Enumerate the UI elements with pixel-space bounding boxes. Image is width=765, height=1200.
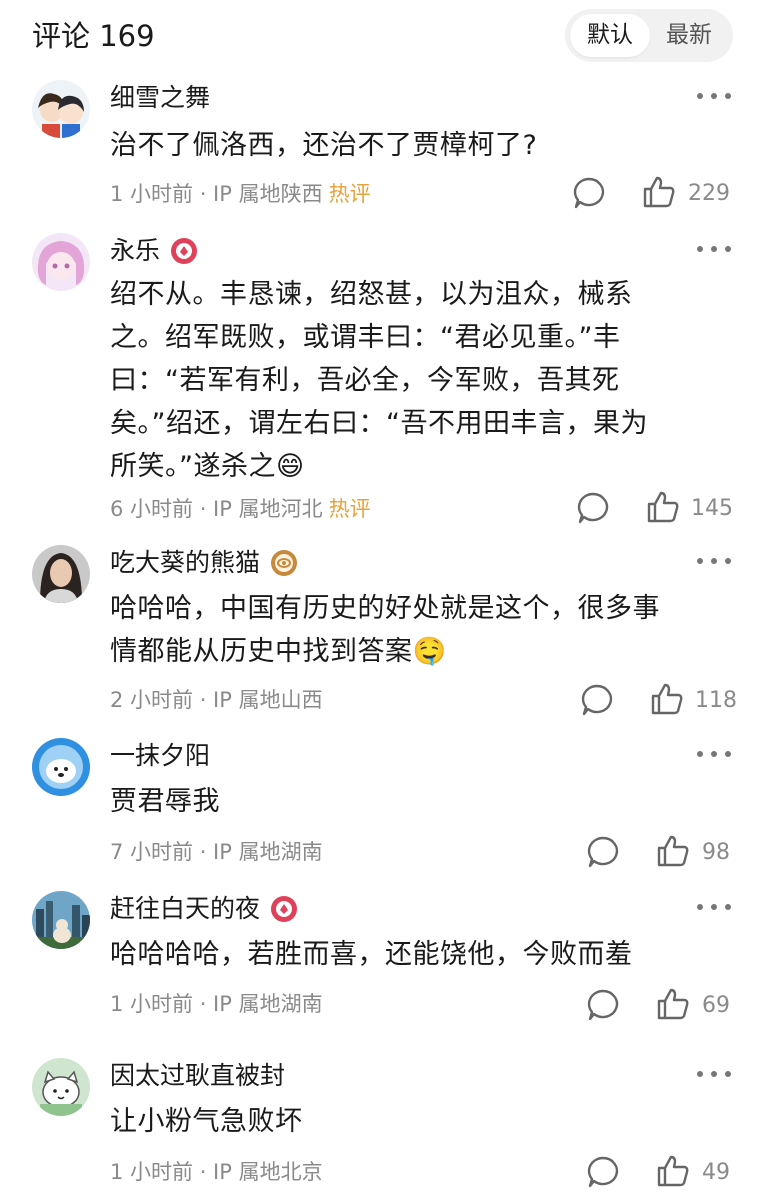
- commenter-name[interactable]: 赶往白天的夜: [110, 891, 260, 927]
- anime-duo-avatar[interactable]: [32, 80, 90, 138]
- thumbs-up-icon[interactable]: [656, 1154, 690, 1188]
- comment-time-location: 1 小时前 · IP 属地北京: [110, 1160, 323, 1184]
- comment-text: 哈哈哈哈，若胜而喜，还能饶他，今败而羞: [110, 939, 633, 970]
- comment-time-location: 7 小时前 · IP 属地湖南: [110, 840, 323, 864]
- comment-meta: 1 小时前 · IP 属地陕西 热评: [110, 180, 371, 208]
- more-options-icon[interactable]: [695, 82, 733, 110]
- reply-icon[interactable]: [576, 491, 610, 525]
- like-count: 229: [688, 181, 730, 206]
- cartoon-cat-avatar[interactable]: [32, 1058, 90, 1116]
- hot-comment-badge: 热评: [328, 182, 371, 206]
- thumbs-up-icon[interactable]: [642, 175, 676, 209]
- city-cat-avatar[interactable]: [32, 891, 90, 949]
- like-count: 118: [695, 688, 737, 713]
- more-options-icon[interactable]: [695, 893, 733, 921]
- comment-text: 治不了佩洛西，还治不了贾樟柯了?: [110, 130, 538, 161]
- red-medal-icon: [270, 895, 298, 923]
- like-count: 145: [691, 496, 733, 521]
- eye-medal-icon: [270, 549, 298, 577]
- commenter-name[interactable]: 一抹夕阳: [110, 738, 210, 774]
- portrait-avatar[interactable]: [32, 545, 90, 603]
- more-options-icon[interactable]: [695, 740, 733, 768]
- like-count: 49: [702, 1160, 730, 1185]
- sort-latest-tab[interactable]: 最新: [649, 14, 729, 57]
- thumbs-up-icon[interactable]: [656, 834, 690, 868]
- anime-girl-avatar[interactable]: [32, 233, 90, 291]
- drool-emoji: 🤤: [412, 636, 447, 667]
- comment-meta: 7 小时前 · IP 属地湖南: [110, 838, 323, 866]
- thumbs-up-icon[interactable]: [646, 490, 680, 524]
- commenter-name[interactable]: 细雪之舞: [110, 80, 210, 116]
- reply-icon[interactable]: [586, 835, 620, 869]
- reply-icon[interactable]: [572, 176, 606, 210]
- reply-icon[interactable]: [586, 1155, 620, 1189]
- reply-icon[interactable]: [586, 988, 620, 1022]
- commenter-name[interactable]: 吃大葵的熊猫: [110, 545, 260, 581]
- comment-text-content: 绍不从。丰恳谏，绍怒甚，以为沮众，械系 之。绍军既败，或谓丰曰：“君必见重。”丰…: [110, 279, 648, 482]
- more-options-icon[interactable]: [695, 1060, 733, 1088]
- hot-comment-badge: 热评: [328, 497, 371, 521]
- comments-header: 评论 169 默认 最新: [0, 0, 765, 72]
- cartoon-dog-avatar[interactable]: [32, 738, 90, 796]
- sort-toggle: 默认 最新: [565, 9, 733, 62]
- comment-text: 绍不从。丰恳谏，绍怒甚，以为沮众，械系 之。绍军既败，或谓丰曰：“君必见重。”丰…: [110, 273, 720, 488]
- sort-default-tab[interactable]: 默认: [570, 14, 650, 57]
- commenter-name[interactable]: 因太过耿直被封: [110, 1058, 285, 1094]
- comment-text: 贾君辱我: [110, 786, 220, 817]
- reply-icon[interactable]: [580, 683, 614, 717]
- comment-time-location: 6 小时前 · IP 属地河北: [110, 497, 323, 521]
- comment-time-location: 1 小时前 · IP 属地湖南: [110, 992, 323, 1016]
- comment-text: 让小粉气急败坏: [110, 1106, 303, 1137]
- thumbs-up-icon[interactable]: [650, 682, 684, 716]
- more-options-icon[interactable]: [695, 235, 733, 263]
- more-options-icon[interactable]: [695, 547, 733, 575]
- comment-text: 哈哈哈，中国有历史的好处就是这个，很多事 情都能从历史中找到答案🤤: [110, 587, 720, 673]
- comments-count-title: 评论 169: [32, 19, 155, 53]
- grin-emoji: 😄: [276, 451, 305, 482]
- comment-time-location: 2 小时前 · IP 属地山西: [110, 688, 323, 712]
- red-medal-icon: [170, 237, 198, 265]
- comment-meta: 6 小时前 · IP 属地河北 热评: [110, 495, 371, 523]
- comment-text-content: 哈哈哈，中国有历史的好处就是这个，很多事 情都能从历史中找到答案: [110, 593, 660, 667]
- comment-meta: 2 小时前 · IP 属地山西: [110, 686, 323, 714]
- like-count: 98: [702, 840, 730, 865]
- commenter-name[interactable]: 永乐: [110, 233, 160, 269]
- comment-meta: 1 小时前 · IP 属地湖南: [110, 990, 323, 1018]
- comment-meta: 1 小时前 · IP 属地北京: [110, 1158, 323, 1186]
- like-count: 69: [702, 993, 730, 1018]
- comment-time-location: 1 小时前 · IP 属地陕西: [110, 182, 323, 206]
- thumbs-up-icon[interactable]: [656, 987, 690, 1021]
